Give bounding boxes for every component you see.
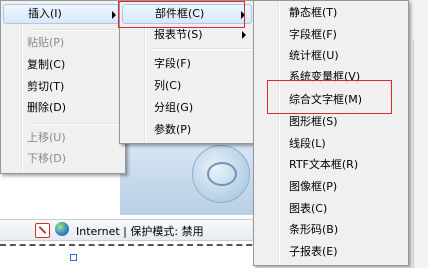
menu-item-label: 统计框(U) bbox=[289, 49, 339, 62]
menu-item-label: 图像框(P) bbox=[289, 180, 338, 193]
menu-item-field-box[interactable]: 字段框(F) bbox=[256, 25, 406, 45]
menu-item-label: 参数(P) bbox=[154, 123, 192, 136]
menu-item-label: 上移(U) bbox=[27, 131, 66, 144]
menu-item-label: 图形框(S) bbox=[289, 115, 338, 128]
menu-item-line[interactable]: 线段(L) bbox=[256, 134, 406, 154]
menu-item-label: 删除(D) bbox=[27, 101, 67, 114]
menu-item-column[interactable]: 列(C) bbox=[122, 76, 252, 96]
menu-item-label: 分组(G) bbox=[154, 101, 194, 114]
browser-status-bar: Internet | 保护模式: 禁用 bbox=[0, 219, 262, 241]
menu-item-system-variable-box[interactable]: 系统变量框(V) bbox=[256, 67, 406, 87]
menu-item-move-down[interactable]: 下移(D) bbox=[3, 149, 123, 169]
menu-item-label: 图表(C) bbox=[289, 202, 328, 215]
menu-item-subreport[interactable]: 子报表(E) bbox=[256, 242, 406, 262]
menu-item-report-section[interactable]: 报表节(S) bbox=[122, 25, 252, 45]
submenu-arrow-icon bbox=[242, 31, 246, 39]
menu-item-field[interactable]: 字段(F) bbox=[122, 54, 252, 74]
section-boundary-line bbox=[0, 244, 262, 246]
assistant-logo-icon bbox=[192, 145, 250, 203]
menu-item-label: 条形码(B) bbox=[289, 223, 339, 236]
menu-item-barcode[interactable]: 条形码(B) bbox=[256, 220, 406, 240]
menu-item-label: 下移(D) bbox=[27, 152, 67, 165]
menu-separator bbox=[31, 29, 123, 31]
insert-submenu: 部件框(C) 报表节(S) 字段(F) 列(C) 分组(G) 参数(P) bbox=[119, 0, 255, 144]
menu-item-label: 综合文字框(M) bbox=[289, 93, 363, 106]
resize-handle[interactable] bbox=[70, 254, 77, 261]
blocked-icon bbox=[35, 223, 50, 238]
menu-item-static-box[interactable]: 静态框(T) bbox=[256, 3, 406, 23]
menu-item-label: 子报表(E) bbox=[289, 245, 338, 258]
menu-item-label: 列(C) bbox=[154, 79, 182, 92]
context-menu: 插入(I) 粘贴(P) 复制(C) 剪切(T) 删除(D) 上移(U) 下移(D… bbox=[0, 0, 126, 174]
menu-item-parameter[interactable]: 参数(P) bbox=[122, 120, 252, 140]
menu-item-rtf-text-box[interactable]: RTF文本框(R) bbox=[256, 155, 406, 175]
menu-item-delete[interactable]: 删除(D) bbox=[3, 98, 123, 118]
submenu-arrow-icon bbox=[112, 11, 116, 19]
menu-item-insert[interactable]: 插入(I) bbox=[3, 4, 123, 24]
menu-item-label: 剪切(T) bbox=[27, 80, 65, 93]
globe-icon bbox=[55, 222, 69, 236]
status-text: Internet | 保护模式: 禁用 bbox=[76, 225, 204, 238]
submenu-arrow-icon bbox=[241, 11, 245, 19]
menu-item-chart[interactable]: 图表(C) bbox=[256, 199, 406, 219]
menu-item-group[interactable]: 分组(G) bbox=[122, 98, 252, 118]
menu-item-label: 线段(L) bbox=[289, 137, 326, 150]
menu-item-label: RTF文本框(R) bbox=[289, 158, 359, 171]
menu-item-composite-text-box[interactable]: 综合文字框(M) bbox=[256, 90, 406, 110]
background-right-edge bbox=[409, 0, 428, 268]
menu-item-label: 复制(C) bbox=[27, 58, 66, 71]
menu-item-label: 静态框(T) bbox=[289, 6, 338, 19]
components-submenu: 静态框(T) 字段框(F) 统计框(U) 系统变量框(V) 综合文字框(M) 图… bbox=[253, 0, 409, 266]
menu-item-image-box[interactable]: 图像框(P) bbox=[256, 177, 406, 197]
background-panel bbox=[120, 143, 260, 215]
menu-item-paste[interactable]: 粘贴(P) bbox=[3, 33, 123, 53]
menu-item-graphic-box[interactable]: 图形框(S) bbox=[256, 112, 406, 132]
menu-separator bbox=[31, 123, 123, 125]
menu-item-label: 报表节(S) bbox=[154, 28, 203, 41]
menu-item-label: 插入(I) bbox=[28, 7, 62, 20]
menu-item-label: 部件框(C) bbox=[155, 7, 205, 20]
menu-item-label: 字段(F) bbox=[154, 57, 191, 70]
menu-item-statistic-box[interactable]: 统计框(U) bbox=[256, 46, 406, 66]
menu-item-copy[interactable]: 复制(C) bbox=[3, 55, 123, 75]
menu-item-label: 系统变量框(V) bbox=[289, 70, 361, 83]
menu-item-label: 字段框(F) bbox=[289, 28, 337, 41]
menu-item-components[interactable]: 部件框(C) bbox=[122, 4, 252, 24]
menu-item-move-up[interactable]: 上移(U) bbox=[3, 128, 123, 148]
menu-item-cut[interactable]: 剪切(T) bbox=[3, 77, 123, 97]
menu-item-label: 粘贴(P) bbox=[27, 36, 65, 49]
menu-separator bbox=[150, 48, 252, 50]
